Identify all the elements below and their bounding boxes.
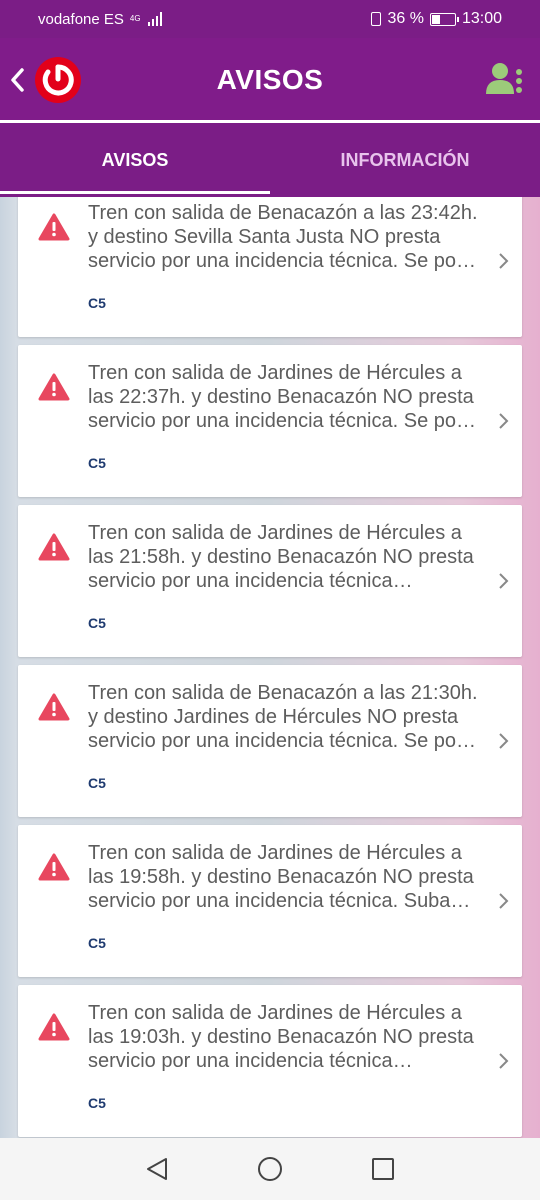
notice-card[interactable]: Tren con salida de Jardines de Hércules … [18, 345, 522, 497]
notice-text: Tren con salida de Benacazón a las 21:30… [88, 682, 478, 752]
chevron-right-icon [499, 413, 509, 429]
notice-text: Tren con salida de Jardines de Hércules … [88, 522, 474, 592]
warning-icon [38, 373, 70, 401]
vibrate-icon [371, 12, 382, 26]
status-left: vodafone ES 4G [38, 11, 162, 28]
warning-icon [38, 693, 70, 721]
tab-avisos[interactable]: AVISOS [0, 123, 270, 197]
chevron-right-icon [499, 893, 509, 909]
chevron-right-icon [499, 253, 509, 269]
tab-bar: AVISOS INFORMACIÓN [0, 123, 540, 197]
chevron-left-icon [11, 68, 24, 92]
notice-text: Tren con salida de Jardines de Hércules … [88, 842, 474, 912]
active-tab-indicator [0, 191, 270, 194]
warning-icon [38, 533, 70, 561]
carrier-name: vodafone ES [38, 10, 124, 28]
notice-card[interactable]: Tren con salida de Jardines de Hércules … [18, 985, 522, 1137]
chevron-right-icon [499, 733, 509, 749]
tab-informacion-label: INFORMACIÓN [340, 149, 470, 170]
nav-recents-icon[interactable] [370, 1156, 396, 1182]
line-badge: C5 [88, 1095, 106, 1111]
nav-back-icon[interactable] [144, 1156, 170, 1182]
nav-home-icon[interactable] [257, 1156, 283, 1182]
chevron-right-icon [499, 1053, 509, 1069]
notice-text: Tren con salida de Benacazón a las 23:42… [88, 202, 478, 272]
logo-mark-icon [42, 64, 74, 96]
line-badge: C5 [88, 295, 106, 311]
status-bar: vodafone ES 4G 36 % 13:00 [0, 0, 540, 38]
status-right: 36 % 13:00 [371, 10, 502, 28]
warning-icon [38, 213, 70, 241]
user-menu-button[interactable] [486, 60, 526, 100]
page-title: AVISOS [216, 64, 324, 95]
notice-card[interactable]: Tren con salida de Jardines de Hércules … [18, 825, 522, 977]
tab-informacion[interactable]: INFORMACIÓN [270, 123, 540, 197]
clock: 13:00 [461, 10, 502, 27]
warning-icon [38, 853, 70, 881]
warning-icon [38, 1013, 70, 1041]
user-menu-icon [486, 63, 522, 94]
line-badge: C5 [88, 615, 106, 631]
system-nav-bar [0, 1138, 540, 1200]
battery-icon [429, 12, 459, 26]
network-type: 4G [129, 14, 141, 23]
app-bar: AVISOS [0, 38, 540, 122]
notice-card[interactable]: Tren con salida de Jardines de Hércules … [18, 505, 522, 657]
renfe-cercanias-logo[interactable] [35, 57, 81, 103]
back-button[interactable] [6, 66, 28, 94]
notice-card[interactable]: Tren con salida de Benacazón a las 21:30… [18, 665, 522, 817]
chevron-right-icon [499, 573, 509, 589]
line-badge: C5 [88, 455, 106, 471]
signal-icon [147, 12, 162, 26]
line-badge: C5 [88, 775, 106, 791]
tab-avisos-label: AVISOS [101, 149, 169, 170]
notice-text: Tren con salida de Jardines de Hércules … [88, 1002, 474, 1072]
line-badge: C5 [88, 935, 106, 951]
notice-text: Tren con salida de Jardines de Hércules … [88, 362, 476, 432]
notice-card[interactable]: Tren con salida de Benacazón a las 23:42… [18, 197, 522, 337]
notices-list[interactable]: Tren con salida de Benacazón a las 23:42… [0, 197, 540, 1138]
battery-percent: 36 % [387, 10, 424, 27]
